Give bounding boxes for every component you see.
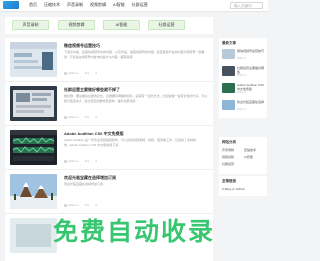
nav-community[interactable]: 社群运营 bbox=[132, 2, 148, 8]
post-meta: 2023-xx 1xx 0 bbox=[64, 71, 97, 75]
post-views: 1xx bbox=[84, 71, 90, 75]
post-excerpt: 做社群，要先做好社群的定位，社群要有明确的目标...运营有一定的方法，比如说做一… bbox=[64, 94, 208, 103]
sidebar-recent-title-link[interactable]: 欢迎光临宝藏在选择 bbox=[237, 100, 266, 108]
post-date: 2023-xx bbox=[64, 71, 79, 75]
post-title[interactable]: 社群运营主要做好哪些就不掉了 bbox=[64, 87, 209, 92]
sidebar-categories: 网站分类 声音录制 压缩技术 视频剪辑 AI智能 社群运营 bbox=[219, 137, 267, 174]
sidebar-recent-posts: 最新文章 微信视频号运营技巧 2023-xx 社群运营主要做好哪些 2023-x… bbox=[219, 38, 267, 118]
sidebar-recent-date: 2023-xx bbox=[237, 91, 246, 94]
post-views: 1xx bbox=[84, 203, 90, 207]
sidebar-recent-date: 2023-xx bbox=[237, 57, 246, 60]
category-community-button[interactable]: 社群运营 bbox=[148, 20, 185, 30]
post-thumbnail[interactable] bbox=[10, 174, 57, 209]
sidebar-recent-title-link[interactable]: 微信视频号运营技巧 bbox=[237, 49, 266, 57]
post-excerpt: 欢迎光临宝藏在选择增加订阅... bbox=[64, 182, 106, 186]
post-item[interactable]: 欢迎光临宝藏在选择增加订阅 欢迎光临宝藏在选择增加订阅... 2023-xx 1… bbox=[5, 170, 213, 214]
sidebar-recent-thumbnail[interactable] bbox=[222, 66, 235, 76]
nav-audio[interactable]: 声音录制 bbox=[67, 2, 83, 8]
category-audio-button[interactable]: 声音录制 bbox=[12, 20, 49, 30]
post-comments: 0 bbox=[95, 159, 98, 163]
sidebar-recent-item[interactable]: Adobe Audition CS6 中文免费版 2023-xx bbox=[222, 83, 266, 97]
post-excerpt: 下载长内容，如需将视频号中的内容、以及作品、提取视频号的内容...运营其他平台的… bbox=[64, 50, 205, 59]
search-placeholder: 输入关键词 bbox=[234, 4, 252, 8]
sidebar-recent-title-link[interactable]: Adobe Audition CS6 中文免费版 bbox=[237, 83, 266, 91]
post-comments: 0 bbox=[95, 71, 98, 75]
nav-home[interactable]: 首页 bbox=[29, 2, 37, 8]
post-thumbnail[interactable] bbox=[10, 130, 57, 165]
post-date: 2023-xx bbox=[64, 159, 79, 163]
sidebar-friend-links: 友情链接 Z-Blog on Github bbox=[219, 176, 267, 196]
sidebar-recent-date: 2023-xx bbox=[237, 108, 246, 111]
site-logo[interactable] bbox=[3, 1, 19, 9]
sidebar-category-link[interactable]: 视频剪辑 bbox=[222, 155, 244, 160]
friend-link[interactable]: Z-Blog on Github bbox=[222, 187, 245, 191]
post-excerpt: Adobe Audition 是一款专业音频编辑软件，可以完成音频录制、剪辑、混… bbox=[64, 138, 197, 147]
post-item[interactable]: Adobe Audition CS6 中文免费版 Adobe Audition … bbox=[5, 126, 213, 170]
post-thumbnail[interactable] bbox=[10, 86, 57, 121]
sidebar-recent-title: 最新文章 bbox=[222, 41, 236, 45]
sidebar-category-link[interactable]: 压缩技术 bbox=[244, 148, 266, 153]
sidebar-friend-title: 友情链接 bbox=[222, 179, 236, 183]
post-title[interactable]: Adobe Audition CS6 中文免费版 bbox=[64, 131, 209, 136]
sidebar-recent-thumbnail[interactable] bbox=[222, 83, 235, 93]
sidebar-category-link[interactable]: 声音录制 bbox=[222, 148, 244, 153]
category-ai-button[interactable]: AI智能 bbox=[103, 20, 140, 30]
sidebar-recent-item[interactable]: 欢迎光临宝藏在选择 2023-xx bbox=[222, 100, 266, 114]
top-nav-bar: 首页 压缩技术 声音录制 视频剪辑 AI智能 社群运营 输入关键词 bbox=[0, 0, 268, 12]
category-bar: 声音录制 视频剪辑 AI智能 社群运营 bbox=[5, 17, 213, 34]
post-date: 2023-xx bbox=[64, 115, 79, 119]
sidebar-categories-title: 网站分类 bbox=[222, 140, 236, 144]
sidebar-recent-thumbnail[interactable] bbox=[222, 49, 235, 59]
post-date: 2023-xx bbox=[64, 203, 79, 207]
post-item[interactable]: 社群运营主要做好哪些就不掉了 做社群，要先做好社群的定位，社群要有明确的目标..… bbox=[5, 82, 213, 126]
post-meta: 2023-xx 1xx 0 bbox=[64, 159, 97, 163]
post-views: 1xx bbox=[84, 159, 90, 163]
post-comments: 0 bbox=[95, 203, 98, 207]
post-comments: 0 bbox=[95, 115, 98, 119]
author-avatar bbox=[64, 115, 67, 119]
watermark-text: 免费自动收录 bbox=[52, 217, 215, 246]
sidebar-recent-title-link[interactable]: 社群运营主要做好哪些 bbox=[237, 66, 266, 74]
sidebar-category-link[interactable]: 社群运营 bbox=[222, 162, 244, 167]
sidebar-category-list: 声音录制 压缩技术 视频剪辑 AI智能 社群运营 bbox=[222, 148, 266, 167]
sidebar-category-link[interactable]: AI智能 bbox=[244, 155, 266, 160]
post-views: 1xx bbox=[84, 115, 90, 119]
author-avatar bbox=[64, 71, 67, 75]
category-video-button[interactable]: 视频剪辑 bbox=[58, 20, 95, 30]
post-meta: 2023-xx 1xx 0 bbox=[64, 203, 97, 207]
author-avatar bbox=[64, 159, 67, 163]
sidebar-recent-item[interactable]: 社群运营主要做好哪些 2023-xx bbox=[222, 66, 266, 80]
author-avatar bbox=[64, 203, 67, 207]
nav-ai[interactable]: AI智能 bbox=[113, 2, 125, 8]
nav-compression[interactable]: 压缩技术 bbox=[44, 2, 60, 8]
search-input[interactable]: 输入关键词 bbox=[230, 2, 263, 9]
nav-video[interactable]: 视频剪辑 bbox=[90, 2, 106, 8]
post-title[interactable]: 欢迎光临宝藏在选择增加订阅 bbox=[64, 175, 209, 180]
post-title[interactable]: 微信视频号运营技巧 bbox=[64, 43, 209, 48]
main-nav: 首页 压缩技术 声音录制 视频剪辑 AI智能 社群运营 bbox=[29, 2, 148, 8]
post-thumbnail[interactable] bbox=[10, 42, 57, 77]
sidebar-recent-date: 2023-xx bbox=[237, 74, 246, 77]
sidebar-recent-item[interactable]: 微信视频号运营技巧 2023-xx bbox=[222, 49, 266, 63]
post-item[interactable]: 微信视频号运营技巧 下载长内容，如需将视频号中的内容、以及作品、提取视频号的内容… bbox=[5, 38, 213, 82]
post-meta: 2023-xx 1xx 0 bbox=[64, 115, 97, 119]
sidebar-recent-thumbnail[interactable] bbox=[222, 100, 235, 110]
